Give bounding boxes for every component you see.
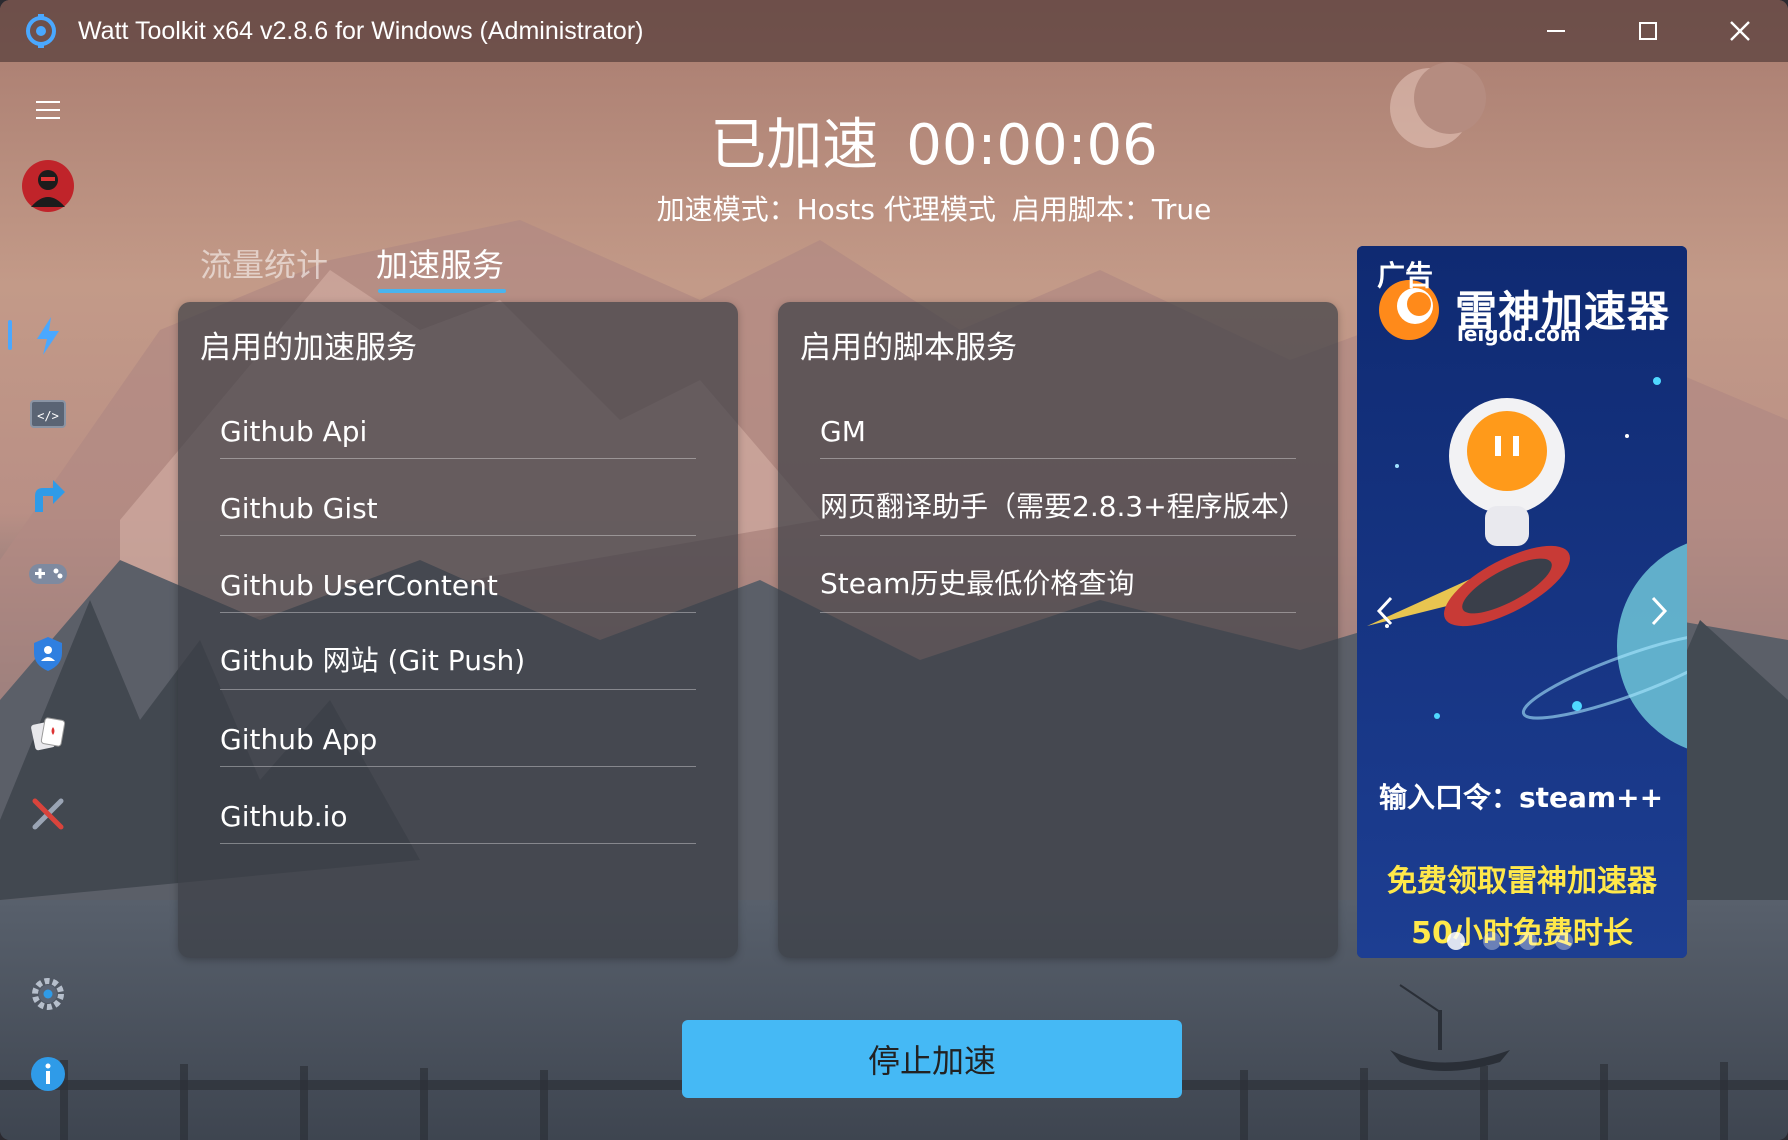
lightning-icon bbox=[37, 317, 59, 355]
window-title: Watt Toolkit x64 v2.8.6 for Windows (Adm… bbox=[78, 17, 644, 45]
ad-banner[interactable]: 广告 雷神加速器 leigod.com 输入口令：steam++ 免费领取雷神加… bbox=[1357, 246, 1687, 958]
ad-pager-dot[interactable] bbox=[1519, 932, 1537, 950]
sidebar-item-steam-tools[interactable] bbox=[20, 466, 76, 522]
ad-code-text: 输入口令：steam++ bbox=[1379, 781, 1664, 814]
svg-text:</>: </> bbox=[37, 409, 59, 423]
stop-accel-button[interactable]: 停止加速 bbox=[682, 1020, 1182, 1098]
sidebar-item-account[interactable] bbox=[20, 626, 76, 682]
sidebar-item-settings[interactable] bbox=[20, 966, 76, 1022]
chevron-right-icon bbox=[1651, 596, 1668, 626]
arrow-up-right-icon bbox=[35, 480, 65, 512]
app-window: Watt Toolkit x64 v2.8.6 for Windows (Adm… bbox=[0, 0, 1788, 1140]
ad-label: 广告 bbox=[1377, 259, 1434, 292]
list-item: Steam历史最低价格查询 bbox=[820, 536, 1296, 613]
sidebar-item-about[interactable] bbox=[20, 1046, 76, 1102]
accel-mode-info: 加速模式：Hosts 代理模式 启用脚本：True bbox=[560, 188, 1308, 228]
panel-title: 启用的加速服务 bbox=[200, 330, 417, 366]
maximize-button[interactable] bbox=[1602, 0, 1694, 62]
sidebar-item-script[interactable]: </> bbox=[20, 388, 76, 444]
mode-label: 加速模式：Hosts 代理模式 bbox=[656, 193, 996, 226]
minimize-icon bbox=[1547, 30, 1565, 32]
tab-active-underline bbox=[378, 289, 506, 293]
ad-pager bbox=[1447, 932, 1573, 950]
ad-artwork bbox=[1357, 246, 1687, 958]
ad-pager-dot[interactable] bbox=[1483, 932, 1501, 950]
script-services-panel: 启用的脚本服务 GM 网页翻译助手（需要2.8.3+程序版本） Steam历史最… bbox=[778, 302, 1338, 958]
list-item: Github.io bbox=[220, 767, 696, 844]
ad-domain: leigod.com bbox=[1457, 322, 1581, 346]
ad-offer-line1: 免费领取雷神加速器 bbox=[1387, 864, 1657, 899]
list-item: Github App bbox=[220, 690, 696, 767]
chevron-left-icon bbox=[1376, 596, 1393, 626]
hamburger-menu-icon bbox=[36, 101, 60, 119]
list-item: Github Gist bbox=[220, 459, 696, 536]
code-window-icon: </> bbox=[30, 400, 66, 428]
title-bar[interactable]: Watt Toolkit x64 v2.8.6 for Windows (Adm… bbox=[0, 0, 1788, 62]
user-avatar[interactable] bbox=[20, 158, 76, 214]
accel-services-panel: 启用的加速服务 Github Api Github Gist Github Us… bbox=[178, 302, 738, 958]
minimize-button[interactable] bbox=[1510, 0, 1602, 62]
avatar-icon bbox=[22, 160, 74, 212]
accel-status: 已加速 00:00:06 bbox=[600, 100, 1268, 181]
ad-pager-dot[interactable] bbox=[1555, 932, 1573, 950]
list-item: GM bbox=[820, 382, 1296, 459]
list-item: Github UserContent bbox=[220, 536, 696, 613]
accel-services-list: Github Api Github Gist Github UserConten… bbox=[220, 382, 696, 844]
close-button[interactable] bbox=[1694, 0, 1786, 62]
status-label: 已加速 bbox=[710, 113, 879, 178]
ad-next-button[interactable] bbox=[1639, 586, 1679, 636]
script-services-list: GM 网页翻译助手（需要2.8.3+程序版本） Steam历史最低价格查询 bbox=[820, 382, 1307, 613]
tab-accel-services[interactable]: 加速服务 bbox=[376, 240, 504, 286]
list-item: Github 网站 (Git Push) bbox=[220, 613, 696, 690]
sidebar-item-tools[interactable] bbox=[20, 786, 76, 842]
active-nav-indicator bbox=[8, 320, 12, 350]
wrench-screwdriver-icon bbox=[32, 798, 64, 830]
gear-icon bbox=[32, 978, 64, 1010]
info-icon bbox=[31, 1057, 65, 1091]
app-logo-icon bbox=[26, 14, 56, 48]
sidebar-menu-button[interactable] bbox=[20, 82, 76, 138]
status-timer: 00:00:06 bbox=[906, 113, 1158, 178]
list-item: 网页翻译助手（需要2.8.3+程序版本） bbox=[820, 459, 1307, 536]
close-icon bbox=[1730, 21, 1750, 41]
shield-user-icon bbox=[34, 637, 62, 671]
panel-title: 启用的脚本服务 bbox=[800, 330, 1017, 366]
ad-prev-button[interactable] bbox=[1365, 586, 1405, 636]
script-label: 启用脚本：True bbox=[1011, 193, 1212, 226]
gamepad-icon bbox=[29, 564, 67, 584]
playing-cards-icon bbox=[31, 717, 66, 751]
maximize-icon bbox=[1639, 22, 1657, 40]
ad-pager-dot[interactable] bbox=[1447, 932, 1465, 950]
sidebar-item-accelerate[interactable] bbox=[20, 308, 76, 364]
sidebar-item-games[interactable] bbox=[20, 546, 76, 602]
list-item: Github Api bbox=[220, 382, 696, 459]
sidebar: </> bbox=[0, 62, 96, 1140]
sidebar-item-authenticator[interactable] bbox=[20, 706, 76, 762]
tab-traffic-stats[interactable]: 流量统计 bbox=[200, 240, 328, 286]
